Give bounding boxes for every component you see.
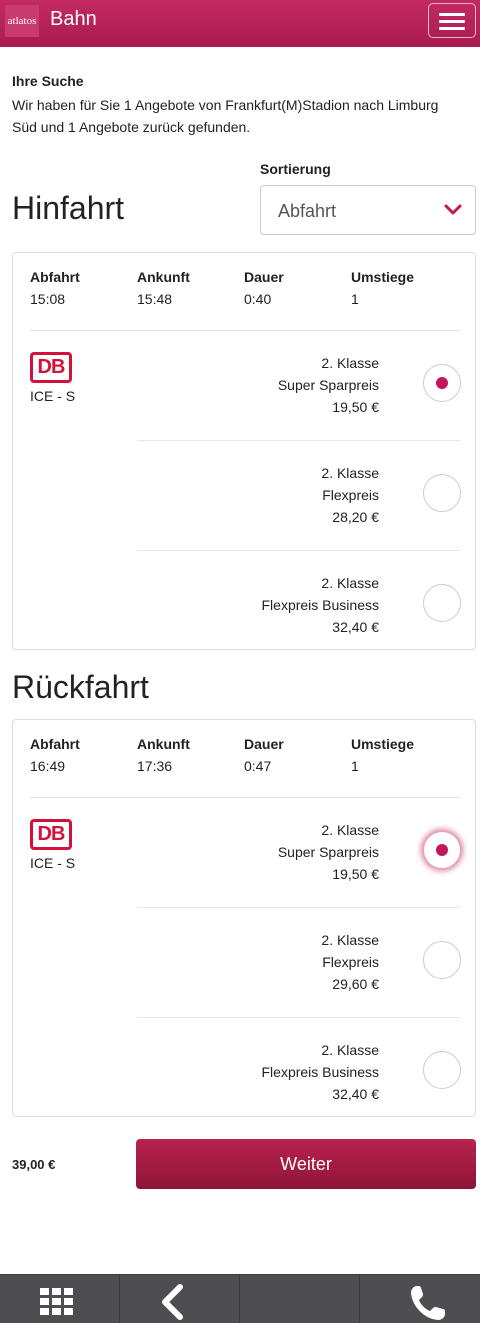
duration-col: Dauer 0:40 — [244, 266, 284, 310]
arrival-time: 17:36 — [137, 758, 173, 774]
departure-time: 15:08 — [30, 291, 66, 307]
return-title: Rückfahrt — [12, 669, 149, 705]
app-header: atlatos Bahn — [0, 0, 480, 47]
bottom-nav — [0, 1274, 480, 1323]
offer-price: 19,50 € — [332, 866, 379, 882]
offer-option[interactable]: 2. Klasse Flexpreis 29,60 € — [137, 929, 461, 1039]
call-button[interactable] — [360, 1275, 480, 1323]
sort-label: Sortierung — [260, 161, 331, 177]
changes-col: Umstiege 1 — [351, 733, 414, 777]
return-connection-card: Abfahrt 16:49 Ankunft 17:36 Dauer 0:47 U… — [12, 719, 476, 1117]
hamburger-icon — [439, 13, 465, 16]
chevron-down-icon — [444, 204, 462, 215]
offer-fare: Super Sparpreis — [277, 377, 379, 393]
duration-value: 0:47 — [244, 758, 272, 774]
offer-option[interactable]: 2. Klasse Super Sparpreis 19,50 € — [137, 352, 461, 462]
offer-price: 28,20 € — [332, 509, 379, 525]
offer-option[interactable]: 2. Klasse Flexpreis Business 32,40 € — [137, 1039, 461, 1149]
offer-fare: Flexpreis Business — [261, 597, 380, 613]
sort-select[interactable]: Abfahrt — [260, 185, 476, 235]
offer-class: 2. Klasse — [321, 932, 379, 948]
changes-value: 1 — [351, 291, 359, 307]
phone-icon — [411, 1286, 445, 1320]
divider — [30, 797, 460, 798]
arrival-col: Ankunft 17:36 — [137, 733, 190, 777]
menu-button[interactable] — [428, 3, 476, 38]
search-summary: Wir haben für Sie 1 Angebote von Frankfu… — [12, 97, 439, 135]
duration-col: Dauer 0:47 — [244, 733, 284, 777]
offer-radio-selected[interactable] — [423, 364, 461, 402]
sort-value: Abfahrt — [278, 201, 337, 221]
db-logo: DB — [30, 819, 72, 850]
offer-option[interactable]: 2. Klasse Flexpreis 28,20 € — [137, 462, 461, 572]
arrival-time: 15:48 — [137, 291, 173, 307]
offer-class: 2. Klasse — [321, 822, 379, 838]
offer-radio[interactable] — [423, 1051, 461, 1089]
next-button[interactable]: Weiter — [136, 1139, 476, 1189]
arrival-col: Ankunft 15:48 — [137, 266, 190, 310]
offer-class: 2. Klasse — [321, 575, 379, 591]
back-button[interactable] — [120, 1275, 240, 1323]
divider — [137, 907, 460, 908]
offer-fare: Flexpreis — [322, 487, 379, 503]
offer-radio[interactable] — [423, 584, 461, 622]
search-heading: Ihre Suche — [12, 73, 84, 89]
outbound-title: Hinfahrt — [12, 190, 125, 226]
offer-radio[interactable] — [423, 474, 461, 512]
back-icon — [162, 1284, 183, 1320]
offer-class: 2. Klasse — [321, 355, 379, 371]
offer-price: 32,40 € — [332, 1086, 379, 1102]
offer-fare: Flexpreis — [322, 954, 379, 970]
divider — [137, 550, 460, 551]
total-price: 39,00 € — [12, 1157, 56, 1172]
departure-col: Abfahrt 15:08 — [30, 266, 80, 310]
offer-radio[interactable] — [423, 941, 461, 979]
empty-nav-slot — [240, 1275, 360, 1323]
train-type: ICE - S — [30, 388, 76, 404]
offer-option[interactable]: 2. Klasse Flexpreis Business 32,40 € — [137, 572, 461, 682]
offer-price: 32,40 € — [332, 619, 379, 635]
divider — [137, 440, 460, 441]
departure-time: 16:49 — [30, 758, 66, 774]
atlatos-logo[interactable]: atlatos — [5, 5, 39, 37]
train-type: ICE - S — [30, 855, 76, 871]
offer-class: 2. Klasse — [321, 465, 379, 481]
offer-radio-selected[interactable] — [423, 831, 461, 869]
divider — [30, 330, 460, 331]
offer-price: 19,50 € — [332, 399, 379, 415]
offer-price: 29,60 € — [332, 976, 379, 992]
changes-value: 1 — [351, 758, 359, 774]
departure-col: Abfahrt 16:49 — [30, 733, 80, 777]
duration-value: 0:40 — [244, 291, 272, 307]
changes-col: Umstiege 1 — [351, 266, 414, 310]
offer-option[interactable]: 2. Klasse Super Sparpreis 19,50 € — [137, 819, 461, 929]
grid-icon — [40, 1288, 73, 1315]
grid-button[interactable] — [0, 1275, 120, 1323]
app-title: Bahn — [50, 8, 97, 30]
db-logo: DB — [30, 352, 72, 383]
offer-fare: Super Sparpreis — [277, 844, 379, 860]
offer-class: 2. Klasse — [321, 1042, 379, 1058]
offer-fare: Flexpreis Business — [261, 1064, 380, 1080]
outbound-connection-card: Abfahrt 15:08 Ankunft 15:48 Dauer 0:40 U… — [12, 252, 476, 650]
divider — [137, 1017, 460, 1018]
